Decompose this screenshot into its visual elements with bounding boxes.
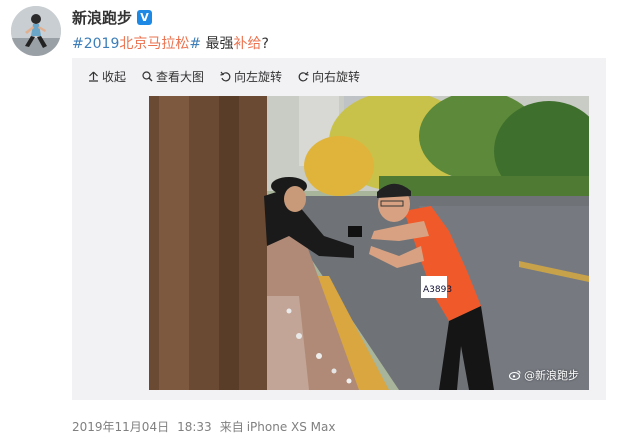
collapse-label: 收起: [102, 70, 127, 84]
bib-number: A3893: [423, 285, 452, 295]
author-name[interactable]: 新浪跑步: [72, 7, 132, 28]
rotate-left-button[interactable]: 向左旋转: [220, 68, 282, 85]
image-toolbar: 收起 查看大图 向左旋转 向右旋转: [88, 68, 360, 85]
rotate-right-button[interactable]: 向右旋转: [298, 68, 360, 85]
post-text-part1: 最强: [201, 36, 234, 52]
hashtag-link[interactable]: #2019北京马拉松#: [72, 36, 201, 52]
hashtag-highlight: 北京马拉松: [119, 36, 190, 52]
avatar[interactable]: [11, 6, 61, 56]
post-footer: 2019年11月04日 18:33 来自 iPhone XS Max: [72, 418, 343, 435]
watermark: @新浪跑步: [509, 367, 579, 383]
hashtag-suffix: #: [189, 36, 202, 52]
post-date[interactable]: 2019年11月04日: [72, 420, 169, 434]
post-time[interactable]: 18:33: [177, 420, 212, 434]
source-device[interactable]: iPhone XS Max: [247, 420, 336, 434]
source-prefix: 来自: [219, 420, 244, 434]
view-large-label: 查看大图: [156, 70, 205, 84]
search-icon: [142, 71, 153, 82]
rotate-left-label: 向左旋转: [234, 70, 283, 84]
post-text-highlight: 补给: [233, 36, 262, 52]
media-box: 收起 查看大图 向左旋转 向右旋转 A3893 @新浪跑步: [72, 58, 606, 400]
rotate-left-icon: [220, 71, 231, 82]
post-text: #2019北京马拉松# 最强补给?: [72, 33, 269, 53]
hashtag-prefix: #2019: [72, 36, 120, 52]
author-name-row: 新浪跑步 V: [72, 7, 153, 28]
collapse-button[interactable]: 收起: [88, 68, 126, 85]
marathon-photo: A3893: [149, 96, 589, 390]
rotate-right-label: 向右旋转: [312, 70, 361, 84]
rotate-right-icon: [298, 71, 309, 82]
post-text-part2: ?: [261, 36, 269, 52]
post-photo[interactable]: A3893 @新浪跑步: [149, 96, 589, 390]
verified-icon: V: [137, 10, 153, 25]
collapse-icon: [89, 71, 98, 82]
weibo-icon: [509, 370, 521, 380]
watermark-text: @新浪跑步: [524, 369, 579, 382]
view-large-button[interactable]: 查看大图: [142, 68, 204, 85]
